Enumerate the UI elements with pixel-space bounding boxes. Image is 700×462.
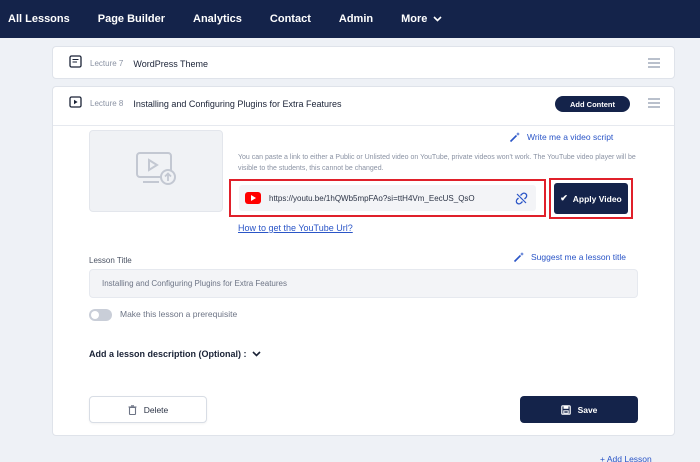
suggest-title-link[interactable]: Suggest me a lesson title — [513, 251, 626, 263]
nav-more-label: More — [401, 13, 428, 25]
save-button[interactable]: Save — [520, 396, 638, 423]
video-thumbnail-placeholder — [89, 130, 223, 212]
suggest-title-label: Suggest me a lesson title — [531, 252, 626, 262]
write-video-script-link[interactable]: Write me a video script — [509, 131, 613, 143]
video-url-highlight: https://youtu.be/1hQWb5mpFAo?si=ttH4Vm_E… — [229, 179, 546, 217]
lesson-title-input[interactable]: Installing and Configuring Plugins for E… — [89, 269, 638, 298]
lesson-card-8: Lecture 8 Installing and Configuring Plu… — [52, 86, 675, 436]
video-url-input[interactable]: https://youtu.be/1hQWb5mpFAo?si=ttH4Vm_E… — [239, 185, 536, 211]
drag-handle-icon[interactable] — [648, 58, 660, 70]
chevron-down-icon — [251, 351, 261, 357]
nav-page-builder[interactable]: Page Builder — [98, 13, 165, 25]
nav-admin[interactable]: Admin — [339, 13, 373, 25]
magic-wand-icon — [513, 252, 524, 263]
how-to-get-url-link[interactable]: How to get the YouTube Url? — [238, 223, 353, 233]
lesson-title: WordPress Theme — [133, 58, 209, 69]
top-navigation: All Lessons Page Builder Analytics Conta… — [0, 0, 700, 38]
toggle-knob — [91, 311, 99, 319]
trash-icon — [128, 404, 137, 415]
write-script-label: Write me a video script — [527, 132, 614, 142]
lesson-description-toggle[interactable]: Add a lesson description (Optional) : — [89, 349, 261, 359]
check-icon: ✔ — [560, 193, 568, 203]
apply-video-button[interactable]: ✔ Apply Video — [554, 183, 628, 214]
prerequisite-label: Make this lesson a prerequisite — [120, 309, 238, 319]
nav-more[interactable]: More — [401, 13, 442, 25]
divider — [53, 125, 674, 126]
delete-button[interactable]: Delete — [89, 396, 207, 423]
description-toggle-label: Add a lesson description (Optional) : — [89, 349, 247, 359]
unlink-icon[interactable] — [515, 192, 528, 210]
drag-handle-icon[interactable] — [648, 98, 660, 110]
prerequisite-toggle[interactable] — [89, 309, 112, 321]
lesson-title: Installing and Configuring Plugins for E… — [133, 98, 342, 109]
nav-contact[interactable]: Contact — [270, 13, 311, 25]
text-lesson-icon — [69, 54, 82, 73]
lesson-title-label: Lesson Title — [89, 256, 132, 265]
magic-wand-icon — [509, 132, 520, 143]
help-text: You can paste a link to either a Public … — [238, 154, 636, 172]
apply-video-label: Apply Video — [572, 193, 622, 204]
add-content-button[interactable]: Add Content — [555, 96, 630, 112]
add-lesson-link[interactable]: + Add Lesson — [600, 454, 652, 462]
lesson-number: Lecture 8 — [90, 99, 124, 108]
lesson-number: Lecture 7 — [90, 59, 124, 68]
chevron-down-icon — [433, 13, 442, 25]
save-label: Save — [577, 404, 598, 415]
floppy-disk-icon — [560, 404, 571, 415]
video-url-value: https://youtu.be/1hQWb5mpFAo?si=ttH4Vm_E… — [269, 193, 475, 203]
delete-label: Delete — [143, 404, 169, 415]
nav-analytics[interactable]: Analytics — [193, 13, 242, 25]
youtube-icon — [245, 192, 261, 204]
video-lesson-icon — [69, 95, 82, 113]
video-upload-icon — [135, 151, 177, 192]
nav-all-lessons[interactable]: All Lessons — [8, 13, 70, 25]
apply-video-highlight: ✔ Apply Video — [549, 178, 633, 219]
lesson-row-7[interactable]: Lecture 7 WordPress Theme — [52, 46, 675, 79]
